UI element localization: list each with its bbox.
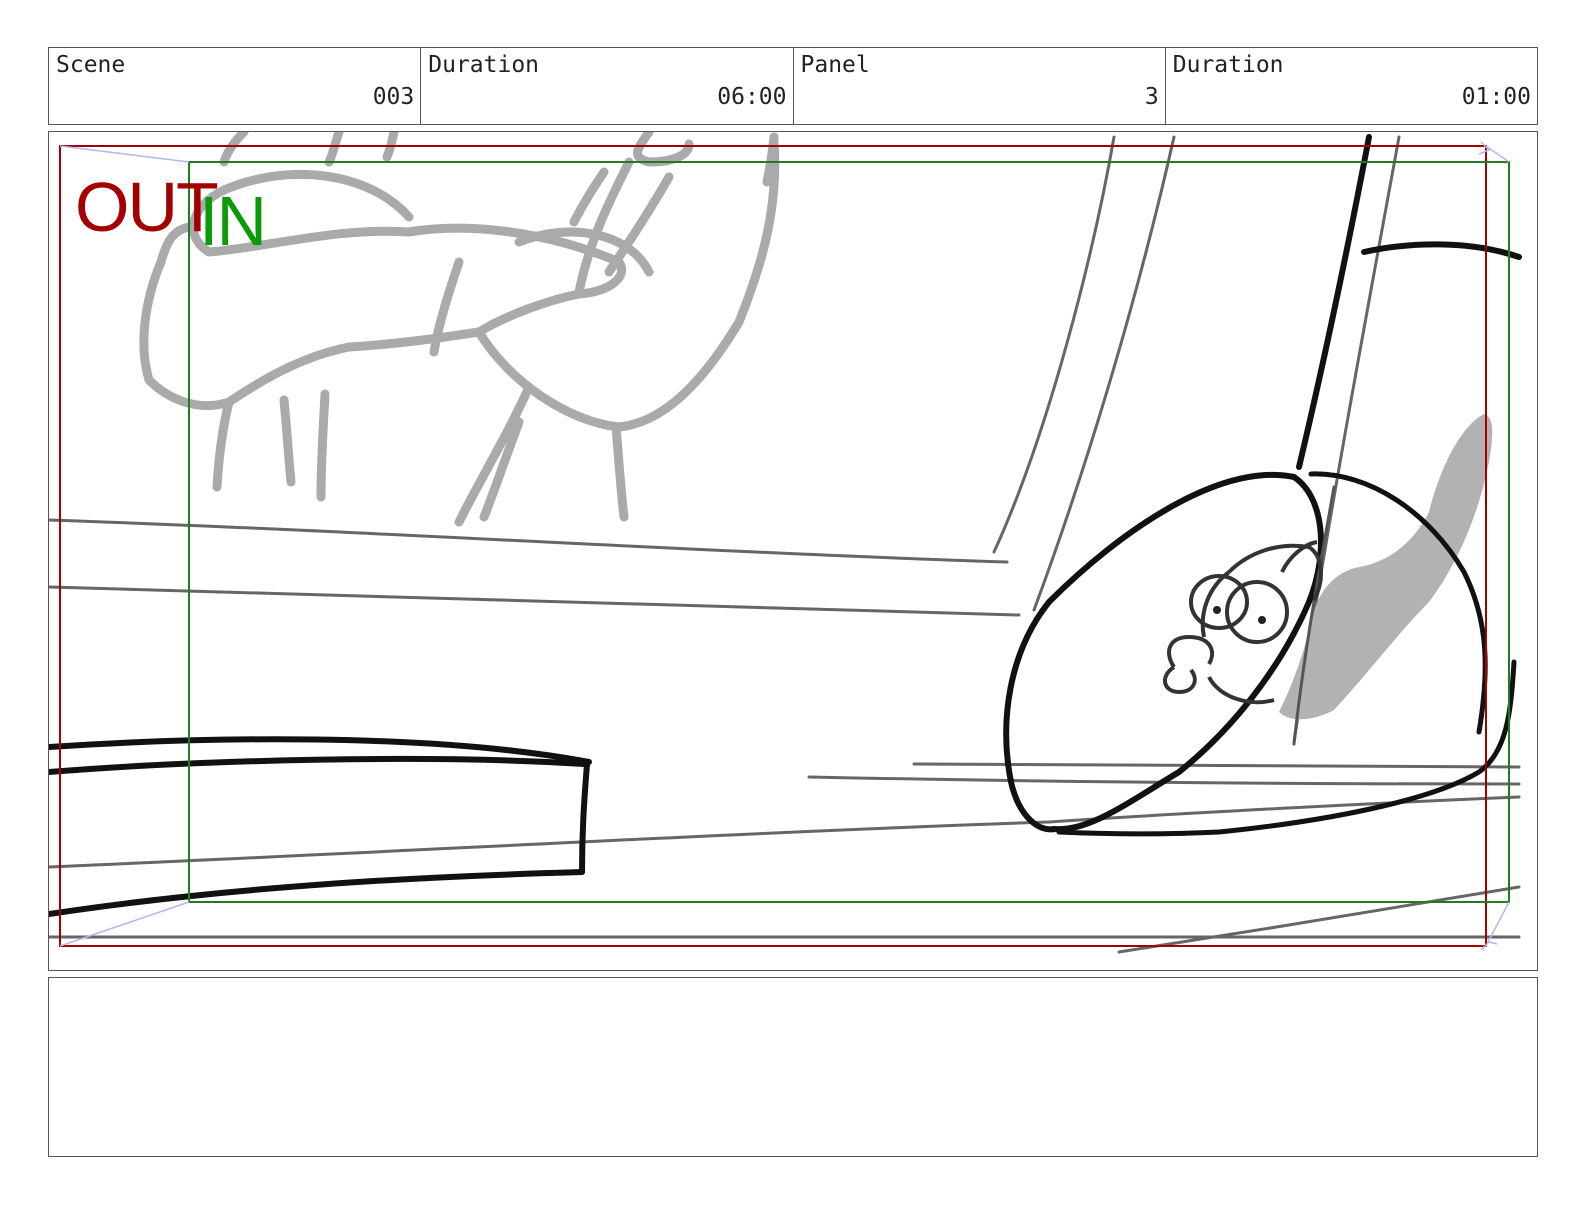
- in-frame-label: IN: [199, 182, 267, 260]
- scene-number[interactable]: 003: [373, 84, 415, 110]
- panel-cell: Panel 3: [794, 48, 1166, 124]
- panel-header: Scene 003 Duration 06:00 Panel 3 Duratio…: [48, 47, 1538, 125]
- panel-notes-box[interactable]: [48, 977, 1538, 1157]
- foreground-table-sketch: [49, 134, 1522, 917]
- scene-duration-label: Duration: [428, 52, 540, 78]
- panel-label: Panel: [800, 52, 870, 78]
- storyboard-panel-image[interactable]: OUT IN: [48, 131, 1538, 971]
- panel-duration-value[interactable]: 01:00: [1462, 84, 1531, 110]
- panel-duration-cell: Duration 01:00: [1166, 48, 1537, 124]
- panel-number[interactable]: 3: [1145, 84, 1159, 110]
- panel-duration-label: Duration: [1172, 52, 1284, 78]
- in-frame-border[interactable]: [188, 161, 1510, 903]
- scene-cell: Scene 003: [49, 48, 422, 124]
- scene-duration-cell: Duration 06:00: [421, 48, 794, 124]
- out-frame-label: OUT: [75, 168, 219, 246]
- scene-label: Scene: [56, 52, 126, 78]
- sketch-drawing: [49, 132, 1522, 954]
- scene-duration-value[interactable]: 06:00: [717, 84, 786, 110]
- hanging-lamp-sketch: [1003, 414, 1517, 837]
